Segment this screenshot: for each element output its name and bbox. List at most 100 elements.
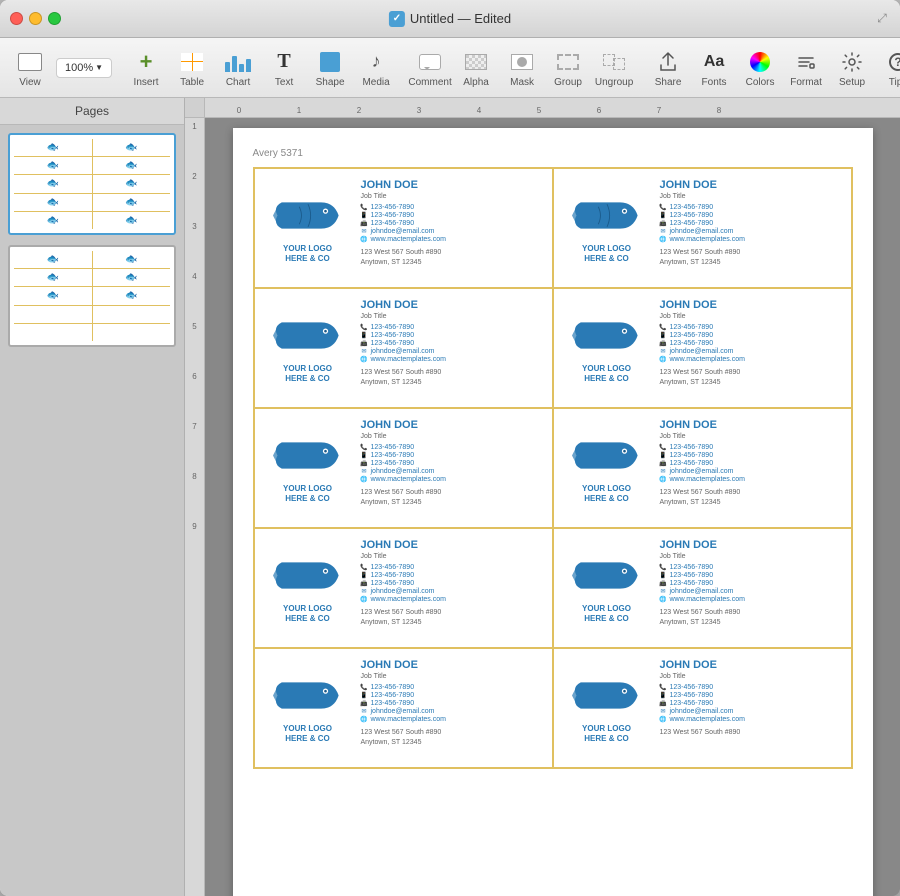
main-area: Pages 1 🐟 🐟 🐟 🐟 🐟 🐟 🐟 — [0, 98, 900, 896]
ungroup-button[interactable]: Ungroup — [592, 44, 636, 92]
alpha-button[interactable]: Alpha — [454, 44, 498, 92]
fullscreen-button[interactable] — [48, 12, 61, 25]
ruler-left-9: 9 — [192, 522, 196, 572]
page-1-thumb[interactable]: 🐟 🐟 🐟 🐟 🐟 🐟 🐟 🐟 🐟 🐟 — [8, 133, 176, 235]
doc-canvas[interactable]: Avery 5371 — [205, 118, 900, 896]
view-label: View — [19, 77, 41, 88]
tips-button[interactable]: ? Tips — [876, 44, 900, 92]
mobile-icon-4: 📱 — [660, 332, 667, 339]
card-9-left: YOUR LOGOHERE & CO — [263, 659, 353, 757]
ruler-left-2: 2 — [192, 172, 196, 222]
zoom-dropdown[interactable]: 100% ▼ — [56, 58, 112, 78]
card-10-top: YOUR LOGOHERE & CO JOHN DOE Job Title 📞1… — [562, 659, 843, 757]
card-1-right: JOHN DOE Job Title 📞 123-456-7890 — [361, 179, 544, 277]
card-5-phone1: 📞123-456-7890 — [361, 444, 544, 451]
ruler-left-1: 1 — [192, 122, 196, 172]
web-icon-10: 🌐 — [660, 716, 667, 723]
view-button[interactable]: View — [8, 44, 52, 92]
colors-button[interactable]: Colors — [738, 44, 782, 92]
card-4-title: Job Title — [660, 313, 843, 320]
card-2-title: Job Title — [660, 193, 843, 200]
media-button[interactable]: ♪ Media — [354, 44, 398, 92]
email-icon-1: ✉ — [361, 228, 368, 235]
card-7-fax: 📠123-456-7890 — [361, 580, 544, 587]
ruler-mark-6: 6 — [569, 106, 629, 115]
fish-svg-1 — [273, 193, 343, 238]
text-button[interactable]: T Text — [262, 44, 306, 92]
minimize-button[interactable] — [29, 12, 42, 25]
card-10-email: ✉johndoe@email.com — [660, 708, 843, 715]
title-text: Untitled — Edited — [410, 11, 511, 26]
thumb-card-9: 🐟 — [14, 212, 92, 229]
mobile-icon-2: 📱 — [660, 212, 667, 219]
phone-icon-10: 📞 — [660, 684, 667, 691]
card-9-logo: YOUR LOGOHERE & CO — [283, 724, 332, 743]
card-5-name: JOHN DOE — [361, 419, 544, 431]
card-8-fax: 📠123-456-7890 — [660, 580, 843, 587]
business-card-4: YOUR LOGOHERE & CO JOHN DOE Job Title 📞1… — [553, 288, 852, 408]
card-8-left: YOUR LOGOHERE & CO — [562, 539, 652, 637]
card-7-email: ✉johndoe@email.com — [361, 588, 544, 595]
share-button[interactable]: Share — [646, 44, 690, 92]
comment-icon — [416, 48, 444, 76]
page-2-preview: 🐟 🐟 🐟 🐟 🐟 🐟 — [14, 251, 170, 341]
group-button[interactable]: Group — [546, 44, 590, 92]
thumb2-card-8 — [93, 306, 171, 323]
card-8-web: 🌐www.mactemplates.com — [660, 596, 843, 603]
fish-svg-10 — [572, 673, 642, 718]
ungroup-icon — [600, 48, 628, 76]
mask-button[interactable]: Mask — [500, 44, 544, 92]
card-5-email: ✉johndoe@email.com — [361, 468, 544, 475]
zoom-control[interactable]: 100% ▼ — [54, 54, 114, 82]
card-1-logo: YOUR LOGOHERE & CO — [283, 244, 332, 263]
view-icon — [16, 48, 44, 76]
card-4-info: 📞123-456-7890 📱123-456-7890 📠123-456-789… — [660, 324, 843, 363]
card-7-address: 123 West 567 South #890Anytown, ST 12345 — [361, 608, 544, 628]
ruler-mark-2: 2 — [329, 106, 389, 115]
card-10-logo: YOUR LOGOHERE & CO — [582, 724, 631, 743]
ruler-mark-8: 8 — [689, 106, 749, 115]
card-2-fax: 📠123-456-7890 — [660, 220, 843, 227]
web-icon-1: 🌐 — [361, 236, 368, 243]
fonts-button[interactable]: Aa Fonts — [692, 44, 736, 92]
card-5-title: Job Title — [361, 433, 544, 440]
table-button[interactable]: Table — [170, 44, 214, 92]
card-5-address: 123 West 567 South #890Anytown, ST 12345 — [361, 488, 544, 508]
card-7-info: 📞123-456-7890 📱123-456-7890 📠123-456-789… — [361, 564, 544, 603]
card-6-info: 📞123-456-7890 📱123-456-7890 📠123-456-789… — [660, 444, 843, 483]
format-button[interactable]: Format — [784, 44, 828, 92]
fish-svg-2 — [572, 193, 642, 238]
card-8-address: 123 West 567 South #890Anytown, ST 12345 — [660, 608, 843, 628]
thumb2-card-1: 🐟 — [14, 251, 92, 268]
avery-label: Avery 5371 — [253, 148, 853, 159]
card-1-fax: 📠 123-456-7890 — [361, 220, 544, 227]
close-button[interactable] — [10, 12, 23, 25]
card-10-name: JOHN DOE — [660, 659, 843, 671]
thumb-card-7: 🐟 — [14, 194, 92, 211]
business-card-8: YOUR LOGOHERE & CO JOHN DOE Job Title 📞1… — [553, 528, 852, 648]
phone-icon-1: 📞 — [361, 204, 368, 211]
card-3-title: Job Title — [361, 313, 544, 320]
insert-button[interactable]: + Insert — [124, 44, 168, 92]
thumb-card-2: 🐟 — [93, 139, 171, 156]
fullscreen-icon[interactable]: ⤢ — [874, 11, 890, 27]
shape-button[interactable]: Shape — [308, 44, 352, 92]
page-2-thumb[interactable]: 🐟 🐟 🐟 🐟 🐟 🐟 — [8, 245, 176, 347]
share-icon — [654, 48, 682, 76]
card-9-info: 📞123-456-7890 📱123-456-7890 📠123-456-789… — [361, 684, 544, 723]
fax-icon-2: 📠 — [660, 220, 667, 227]
thumb-card-3: 🐟 — [14, 157, 92, 174]
card-1-address: 123 West 567 South #890 Anytown, ST 1234… — [361, 248, 544, 268]
setup-button[interactable]: Setup — [830, 44, 874, 92]
card-4-logo: YOUR LOGOHERE & CO — [582, 364, 631, 383]
card-1-email: ✉ johndoe@email.com — [361, 228, 544, 235]
comment-button[interactable]: Comment — [408, 44, 452, 92]
sidebar: Pages 1 🐟 🐟 🐟 🐟 🐟 🐟 🐟 — [0, 98, 185, 896]
card-9-phone2: 📱123-456-7890 — [361, 692, 544, 699]
web-icon-4: 🌐 — [660, 356, 667, 363]
card-7-name: JOHN DOE — [361, 539, 544, 551]
card-4-fax: 📠123-456-7890 — [660, 340, 843, 347]
card-2-phone2: 📱123-456-7890 — [660, 212, 843, 219]
chart-button[interactable]: Chart — [216, 44, 260, 92]
toolbar: View 100% ▼ + Insert — [0, 38, 900, 98]
